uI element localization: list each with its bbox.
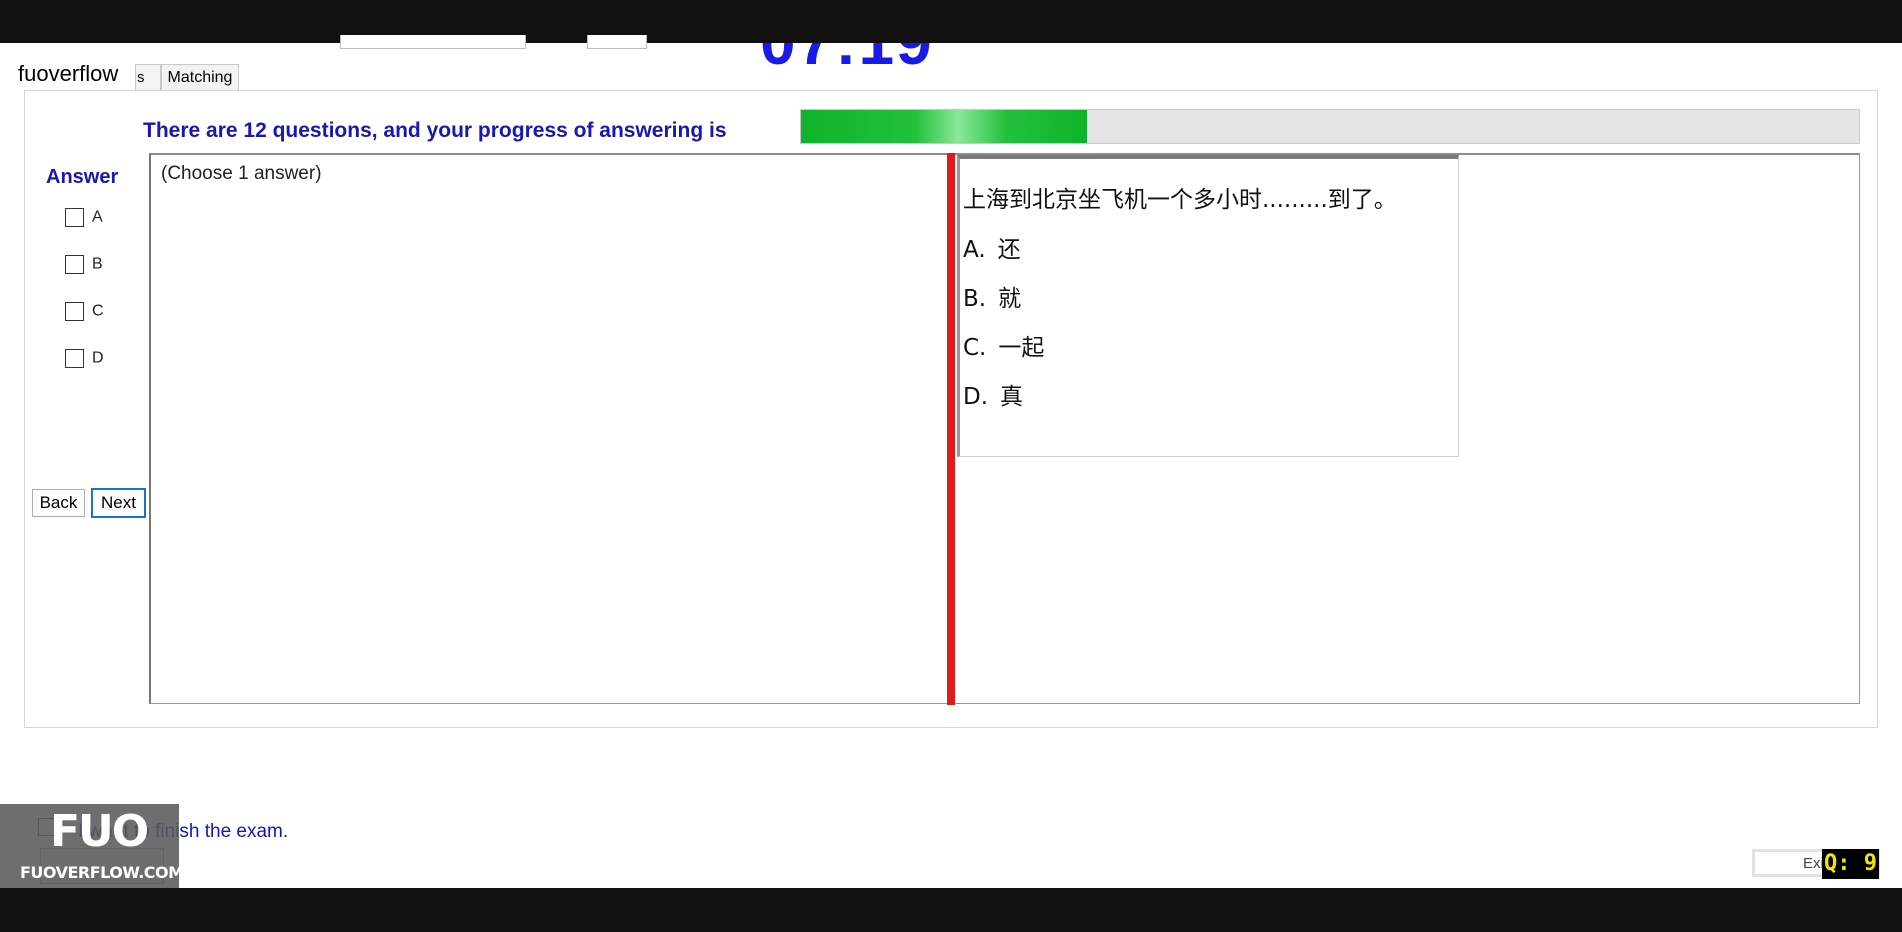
option-letter: C.	[963, 335, 987, 361]
countdown-timer: 07:19	[760, 43, 980, 65]
answer-option-a[interactable]: A	[65, 208, 103, 227]
progress-label: There are 12 questions, and your progres…	[143, 119, 727, 142]
back-button[interactable]: Back	[32, 489, 85, 517]
checkbox[interactable]	[65, 302, 84, 321]
answer-option-label: D	[92, 349, 104, 367]
tab-previous[interactable]: s	[135, 64, 161, 91]
answer-option-d[interactable]: D	[65, 349, 104, 368]
watermark-text: FUOVERFLOW.COM	[20, 863, 184, 882]
checkbox[interactable]	[65, 208, 84, 227]
bottom-black-bar	[0, 888, 1902, 932]
clipped-dropdown[interactable]	[340, 35, 526, 49]
answer-option-label: A	[92, 208, 103, 226]
top-black-bar	[0, 0, 1902, 43]
question-option-a: A. 还	[963, 230, 1021, 264]
answer-option-label: B	[92, 255, 103, 273]
answer-heading: Answer	[46, 166, 119, 188]
option-text: 就	[998, 286, 1022, 312]
option-text: 一起	[998, 335, 1045, 361]
progress-bar	[800, 109, 1860, 144]
question-counter: Q: 9	[1822, 849, 1879, 879]
question-option-b: B. 就	[963, 279, 1021, 313]
site-label: fuoverflow	[18, 61, 119, 86]
progress-fill	[801, 110, 1087, 143]
checkbox[interactable]	[65, 255, 84, 274]
question-stem: 上海到北京坐飞机一个多小时.........到了。	[963, 187, 1397, 213]
clipped-input[interactable]	[587, 35, 647, 49]
answer-option-label: C	[92, 302, 104, 320]
option-letter: B.	[963, 286, 987, 312]
question-option-d: D. 真	[963, 377, 1023, 411]
next-button[interactable]: Next	[91, 488, 146, 518]
watermark-mark: FUO	[50, 806, 149, 857]
answer-option-b[interactable]: B	[65, 255, 103, 274]
option-text: 真	[1000, 384, 1024, 410]
answer-option-c[interactable]: C	[65, 302, 104, 321]
tab-matching[interactable]: Matching	[161, 64, 239, 91]
option-letter: D.	[963, 384, 989, 410]
choose-hint: (Choose 1 answer)	[161, 163, 322, 184]
option-letter: A.	[963, 237, 986, 263]
option-text: 还	[997, 237, 1021, 263]
splitter-handle[interactable]	[947, 153, 955, 705]
question-option-c: C. 一起	[963, 328, 1044, 362]
checkbox[interactable]	[65, 349, 84, 368]
